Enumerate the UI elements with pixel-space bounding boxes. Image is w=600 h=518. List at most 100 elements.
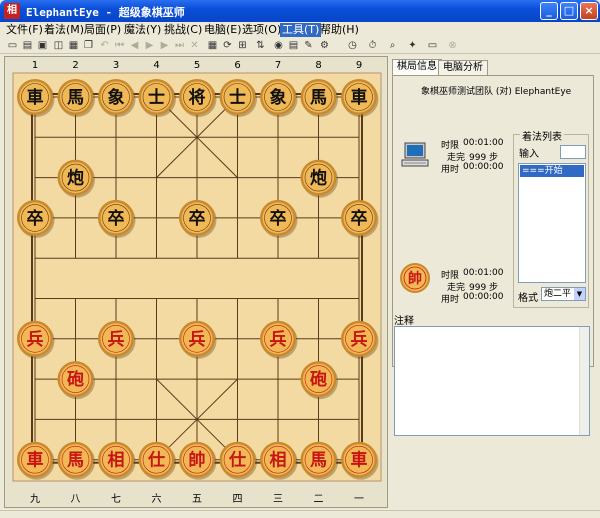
svg-text:卒: 卒	[270, 208, 287, 229]
save-icon[interactable]: ▣	[36, 39, 49, 52]
svg-text:兵: 兵	[270, 329, 287, 350]
title-bar[interactable]: 相 ElephantEye - 超级象棋巫师 _ □ ×	[0, 0, 600, 22]
svg-text:馬: 馬	[310, 88, 327, 108]
svg-text:仕: 仕	[228, 450, 246, 471]
svg-text:卒: 卒	[108, 208, 125, 229]
undo-icon[interactable]: ↶	[98, 39, 111, 52]
format-select[interactable]: 炮二平 ▼	[541, 287, 586, 301]
time-icon[interactable]: ◉	[272, 39, 285, 52]
game-info-body: 象棋巫师测试团队 (对) ElephantEye 时限 00:01:00 走完 …	[392, 75, 594, 367]
analyze-icon[interactable]: ⌕	[386, 39, 399, 52]
black-time-limit: 00:01:00	[463, 138, 504, 148]
chevron-down-icon[interactable]: ▼	[574, 288, 585, 300]
svg-text:馬: 馬	[67, 88, 84, 108]
svg-text:兵: 兵	[189, 329, 206, 350]
menu-file[interactable]: 文件(F)	[4, 23, 45, 37]
svg-text:炮: 炮	[310, 168, 327, 189]
tab-computer-analysis[interactable]: 电脑分析	[438, 60, 488, 75]
tree-icon[interactable]: ⊞	[236, 39, 249, 52]
svg-text:卒: 卒	[351, 208, 368, 229]
menu-computer[interactable]: 电脑(E)	[202, 23, 244, 37]
svg-text:砲: 砲	[67, 369, 84, 390]
computer-icon	[401, 142, 429, 167]
delete-icon[interactable]: ✕	[188, 39, 201, 52]
file-label-bottom: 三	[273, 494, 283, 505]
close-button[interactable]: ×	[580, 2, 598, 20]
chess-board[interactable]: 123456789九八七六五四三二一車馬象士将士象馬車炮炮卒卒卒卒卒兵兵兵兵兵砲…	[4, 56, 388, 508]
svg-text:車: 車	[27, 450, 44, 471]
book-icon[interactable]: ▤	[287, 39, 300, 52]
svg-text:砲: 砲	[310, 369, 327, 390]
red-used-label: 用时	[441, 295, 460, 305]
moves-group-title: 着法列表	[520, 128, 564, 143]
menu-help[interactable]: 帮助(H)	[318, 23, 361, 37]
svg-text:象: 象	[108, 87, 125, 108]
svg-text:士: 士	[229, 87, 246, 108]
svg-text:士: 士	[148, 87, 165, 108]
minimize-button[interactable]: _	[540, 2, 558, 20]
file-label-bottom: 五	[192, 494, 202, 505]
board-canvas[interactable]: 1 2 3 4 5 6 7 8 9九八七六五四三二一車馬象士将士象馬車炮 炮卒卒卒卒卒兵兵兵兵兵砲…	[5, 57, 389, 509]
svg-text:卒: 卒	[189, 208, 206, 229]
file-label-top: 3	[113, 60, 119, 71]
app-icon: 相	[4, 3, 20, 19]
red-king-char: 帥	[408, 270, 422, 287]
tab-game-info[interactable]: 棋局信息	[392, 59, 442, 75]
open-icon[interactable]: ▤	[21, 39, 34, 52]
file-label-bottom: 七	[111, 493, 121, 505]
info-panel: 棋局信息 电脑分析 象棋巫师测试团队 (对) ElephantEye 时限 00…	[390, 56, 596, 508]
clock-icon[interactable]: ◷	[346, 39, 359, 52]
moves-group: 着法列表 输入 ===开始=== 格式 炮二平 ▼	[513, 128, 589, 308]
engine-icon[interactable]: ⚙	[318, 39, 331, 52]
red-used: 00:00:00	[463, 292, 504, 302]
svg-text:車: 車	[351, 87, 368, 108]
menu-moves[interactable]: 着法(M)	[42, 23, 86, 37]
board-icon[interactable]: ▦	[206, 39, 219, 52]
notes-textarea[interactable]	[394, 326, 590, 436]
timer-icon[interactable]: ⏱	[366, 39, 379, 52]
file-label-bottom: 一	[354, 494, 364, 505]
menu-bar: 文件(F) 着法(M) 局面(P) 魔法(Y) 挑战(C) 电脑(E) 选项(O…	[0, 22, 600, 38]
rotate-icon[interactable]: ⟳	[221, 39, 234, 52]
toolbar: ▭ ▤ ▣ ◫ ▦ ❐ ↶ ⏮ ◀ ▶ ▶ ⏭ ✕ ▦ ⟳ ⊞ ⇅ ◉ ▤ ✎ …	[0, 38, 600, 54]
copy-icon[interactable]: ❐	[82, 39, 95, 52]
menu-challenge[interactable]: 挑战(C)	[162, 23, 204, 37]
svg-text:仕: 仕	[147, 450, 165, 471]
match-title: 象棋巫师测试团队 (对) ElephantEye	[421, 87, 572, 97]
red-king-icon: 帥	[400, 263, 430, 293]
print-preview-icon[interactable]: ◫	[52, 39, 65, 52]
play-icon[interactable]: ▶	[143, 39, 156, 52]
black-used: 00:00:00	[463, 162, 504, 172]
menu-position[interactable]: 局面(P)	[82, 23, 123, 37]
first-icon[interactable]: ⏮	[113, 39, 126, 52]
notes-scrollbar[interactable]	[579, 327, 589, 435]
menu-magic[interactable]: 魔法(Y)	[122, 23, 163, 37]
svg-text:相: 相	[270, 450, 287, 471]
file-label-top: 9	[356, 60, 362, 71]
svg-text:卒: 卒	[27, 208, 44, 229]
forward-icon[interactable]: ▶	[158, 39, 171, 52]
svg-text:帥: 帥	[189, 450, 206, 471]
move-input[interactable]	[560, 145, 586, 159]
idea-icon[interactable]: ✦	[406, 39, 419, 52]
file-label-top: 8	[315, 60, 321, 71]
menu-tools[interactable]: 工具(T)	[280, 23, 322, 37]
new-icon[interactable]: ▭	[6, 39, 19, 52]
moves-list[interactable]: ===开始===	[518, 163, 586, 283]
menu-options[interactable]: 选项(O)	[240, 23, 283, 37]
svg-text:馬: 馬	[310, 451, 327, 471]
last-icon[interactable]: ⏭	[173, 39, 186, 52]
file-label-bottom: 六	[152, 493, 162, 505]
print-icon[interactable]: ▦	[67, 39, 80, 52]
svg-text:兵: 兵	[108, 329, 125, 350]
list-item[interactable]: ===开始===	[520, 165, 584, 188]
notes-label: 注释	[394, 316, 414, 327]
svg-text:象: 象	[270, 87, 287, 108]
stop-icon[interactable]: ⊗	[446, 39, 459, 52]
note-icon[interactable]: ✎	[302, 39, 315, 52]
file-label-bottom: 八	[71, 494, 81, 505]
maximize-button[interactable]: □	[560, 2, 578, 20]
monitor-icon[interactable]: ▭	[426, 39, 439, 52]
flip-icon[interactable]: ⇅	[254, 39, 267, 52]
back-icon[interactable]: ◀	[128, 39, 141, 52]
